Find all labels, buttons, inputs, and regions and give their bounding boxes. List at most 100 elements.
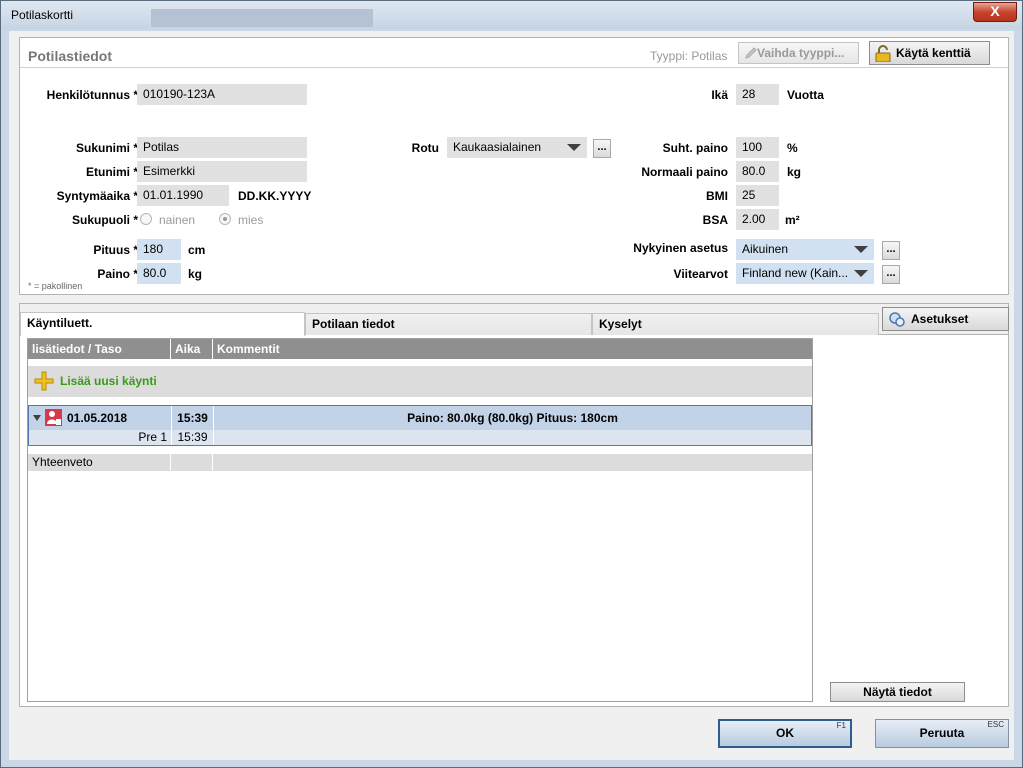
expand-arrow-icon[interactable] (33, 415, 41, 421)
chevron-down-icon (854, 246, 868, 253)
sex-female-label: nainen (159, 213, 196, 227)
race-dropdown[interactable]: Kaukaasialainen (447, 137, 587, 158)
patient-info-panel: Potilastiedot Tyyppi: Potilas Vaihda tyy… (19, 37, 1009, 295)
required-footnote: * = pakollinen (28, 281, 83, 291)
surname-field[interactable]: Potilas (137, 137, 307, 158)
table-row[interactable]: 01.05.2018 15:39 Paino: 80.0kg (80.0kg) … (28, 405, 812, 446)
visit-main-row[interactable]: 01.05.2018 15:39 Paino: 80.0kg (80.0kg) … (29, 406, 811, 430)
ssn-field[interactable]: 010190-123A (137, 84, 307, 105)
settings-label: Asetukset (911, 312, 969, 326)
tab-visits[interactable]: Käyntiluett. (20, 312, 305, 336)
birthdate-format: DD.KK.YYYY (238, 189, 312, 203)
visit-sub-row[interactable]: Pre 1 15:39 (29, 430, 811, 445)
chevron-down-icon (567, 144, 581, 151)
title-bar-shadow (151, 9, 373, 27)
race-more-button[interactable]: ... (593, 139, 611, 158)
height-unit: cm (188, 243, 206, 257)
ok-shortcut-hint: F1 (836, 721, 846, 730)
add-visit-row[interactable]: Lisää uusi käynti (28, 366, 812, 397)
dialog-body: Potilastiedot Tyyppi: Potilas Vaihda tyy… (9, 31, 1014, 760)
bsa-unit: m² (785, 213, 800, 227)
use-fields-button[interactable]: Käytä kenttiä (869, 41, 990, 65)
change-type-label: Vaihda tyyppi... (757, 46, 845, 60)
tab-bar: Käyntiluett. Potilaan tiedot Kyselyt Ase… (20, 304, 1009, 336)
age-label: Ikä (711, 88, 728, 102)
summary-row[interactable]: Yhteenveto (28, 454, 812, 471)
firstname-field[interactable]: Esimerkki (137, 161, 307, 182)
chevron-down-icon (854, 270, 868, 277)
cancel-button[interactable]: Peruuta ESC (875, 719, 1009, 748)
current-setting-dropdown[interactable]: Aikuinen (736, 239, 874, 260)
visit-date-cell: 01.05.2018 (29, 406, 172, 430)
race-value: Kaukaasialainen (453, 140, 542, 154)
tab-questionnaires[interactable]: Kyselyt (592, 313, 879, 335)
relative-weight-field: 100 (736, 137, 779, 158)
height-field[interactable]: 180 (137, 239, 181, 260)
table-header: lisätiedot / Taso Aika Kommentit (28, 339, 812, 359)
window-title: Potilaskortti (11, 8, 74, 22)
current-setting-more-button[interactable]: ... (882, 241, 900, 260)
bsa-label: BSA (702, 213, 728, 227)
sex-male-radio[interactable] (219, 213, 231, 225)
patient-card-window: Potilaskortti X Potilastiedot Tyyppi: Po… (0, 0, 1023, 768)
type-label: Tyyppi: Potilas (650, 49, 728, 63)
normal-weight-label: Normaali paino (641, 165, 728, 179)
panel-header: Potilastiedot Tyyppi: Potilas Vaihda tyy… (20, 38, 1008, 68)
show-details-button[interactable]: Näytä tiedot (830, 682, 965, 702)
firstname-label: Etunimi * (85, 165, 138, 179)
close-button[interactable]: X (973, 2, 1017, 22)
visit-comment: Paino: 80.0kg (80.0kg) Pituus: 180cm (407, 411, 618, 425)
patient-visit-icon (45, 409, 62, 426)
cancel-shortcut-hint: ESC (987, 720, 1004, 729)
sex-label: Sukupuoli * (72, 213, 138, 227)
bmi-field: 25 (736, 185, 779, 206)
plus-icon (34, 371, 54, 391)
reference-dropdown[interactable]: Finland new (Kain... (736, 263, 874, 284)
height-label: Pituus * (93, 243, 138, 257)
tab-patient-details[interactable]: Potilaan tiedot (305, 313, 592, 335)
column-header-info[interactable]: lisätiedot / Taso (28, 339, 171, 359)
use-fields-label: Käytä kenttiä (896, 46, 971, 60)
reference-label: Viitearvot (673, 267, 728, 281)
sex-female-radio[interactable] (140, 213, 152, 225)
bsa-field: 2.00 (736, 209, 779, 230)
normal-weight-unit: kg (787, 165, 802, 179)
column-header-time[interactable]: Aika (171, 339, 213, 359)
visits-panel: Käyntiluett. Potilaan tiedot Kyselyt Ase… (19, 303, 1009, 707)
ssn-label: Henkilötunnus * (46, 88, 138, 102)
age-unit: Vuotta (787, 88, 824, 102)
reference-more-button[interactable]: ... (882, 265, 900, 284)
birthdate-label: Syntymäaika * (56, 189, 138, 203)
cancel-label: Peruuta (919, 726, 965, 740)
title-bar[interactable]: Potilaskortti X (1, 1, 1022, 29)
visit-sub-level: Pre 1 (29, 430, 172, 445)
relative-weight-label: Suht. paino (662, 141, 728, 155)
visit-table: lisätiedot / Taso Aika Kommentit Lisää u… (27, 338, 813, 702)
summary-time-cell (171, 454, 213, 471)
column-header-comments[interactable]: Kommentit (213, 339, 812, 359)
lock-icon (875, 45, 891, 62)
settings-icon (889, 312, 905, 327)
panel-title: Potilastiedot (28, 48, 113, 64)
change-type-button[interactable]: Vaihda tyyppi... (738, 42, 859, 64)
reference-value: Finland new (Kain... (742, 266, 849, 280)
weight-label: Paino * (97, 267, 138, 281)
bmi-label: BMI (706, 189, 728, 203)
settings-button[interactable]: Asetukset (882, 307, 1009, 331)
ok-button[interactable]: OK F1 (718, 719, 852, 748)
surname-label: Sukunimi * (75, 141, 138, 155)
weight-field[interactable]: 80.0 (137, 263, 181, 284)
normal-weight-field: 80.0 (736, 161, 779, 182)
summary-comment-cell (213, 454, 812, 471)
relative-weight-unit: % (787, 141, 798, 155)
visit-sub-time: 15:39 (172, 430, 214, 445)
current-setting-label: Nykyinen asetus (633, 241, 728, 255)
pencil-icon (745, 47, 757, 59)
visit-time: 15:39 (172, 406, 214, 430)
race-label: Rotu (411, 141, 439, 155)
sex-male-label: mies (238, 213, 264, 227)
current-setting-value: Aikuinen (742, 242, 789, 256)
summary-label: Yhteenveto (28, 454, 171, 471)
birthdate-field[interactable]: 01.01.1990 (137, 185, 229, 206)
ok-label: OK (776, 726, 794, 740)
